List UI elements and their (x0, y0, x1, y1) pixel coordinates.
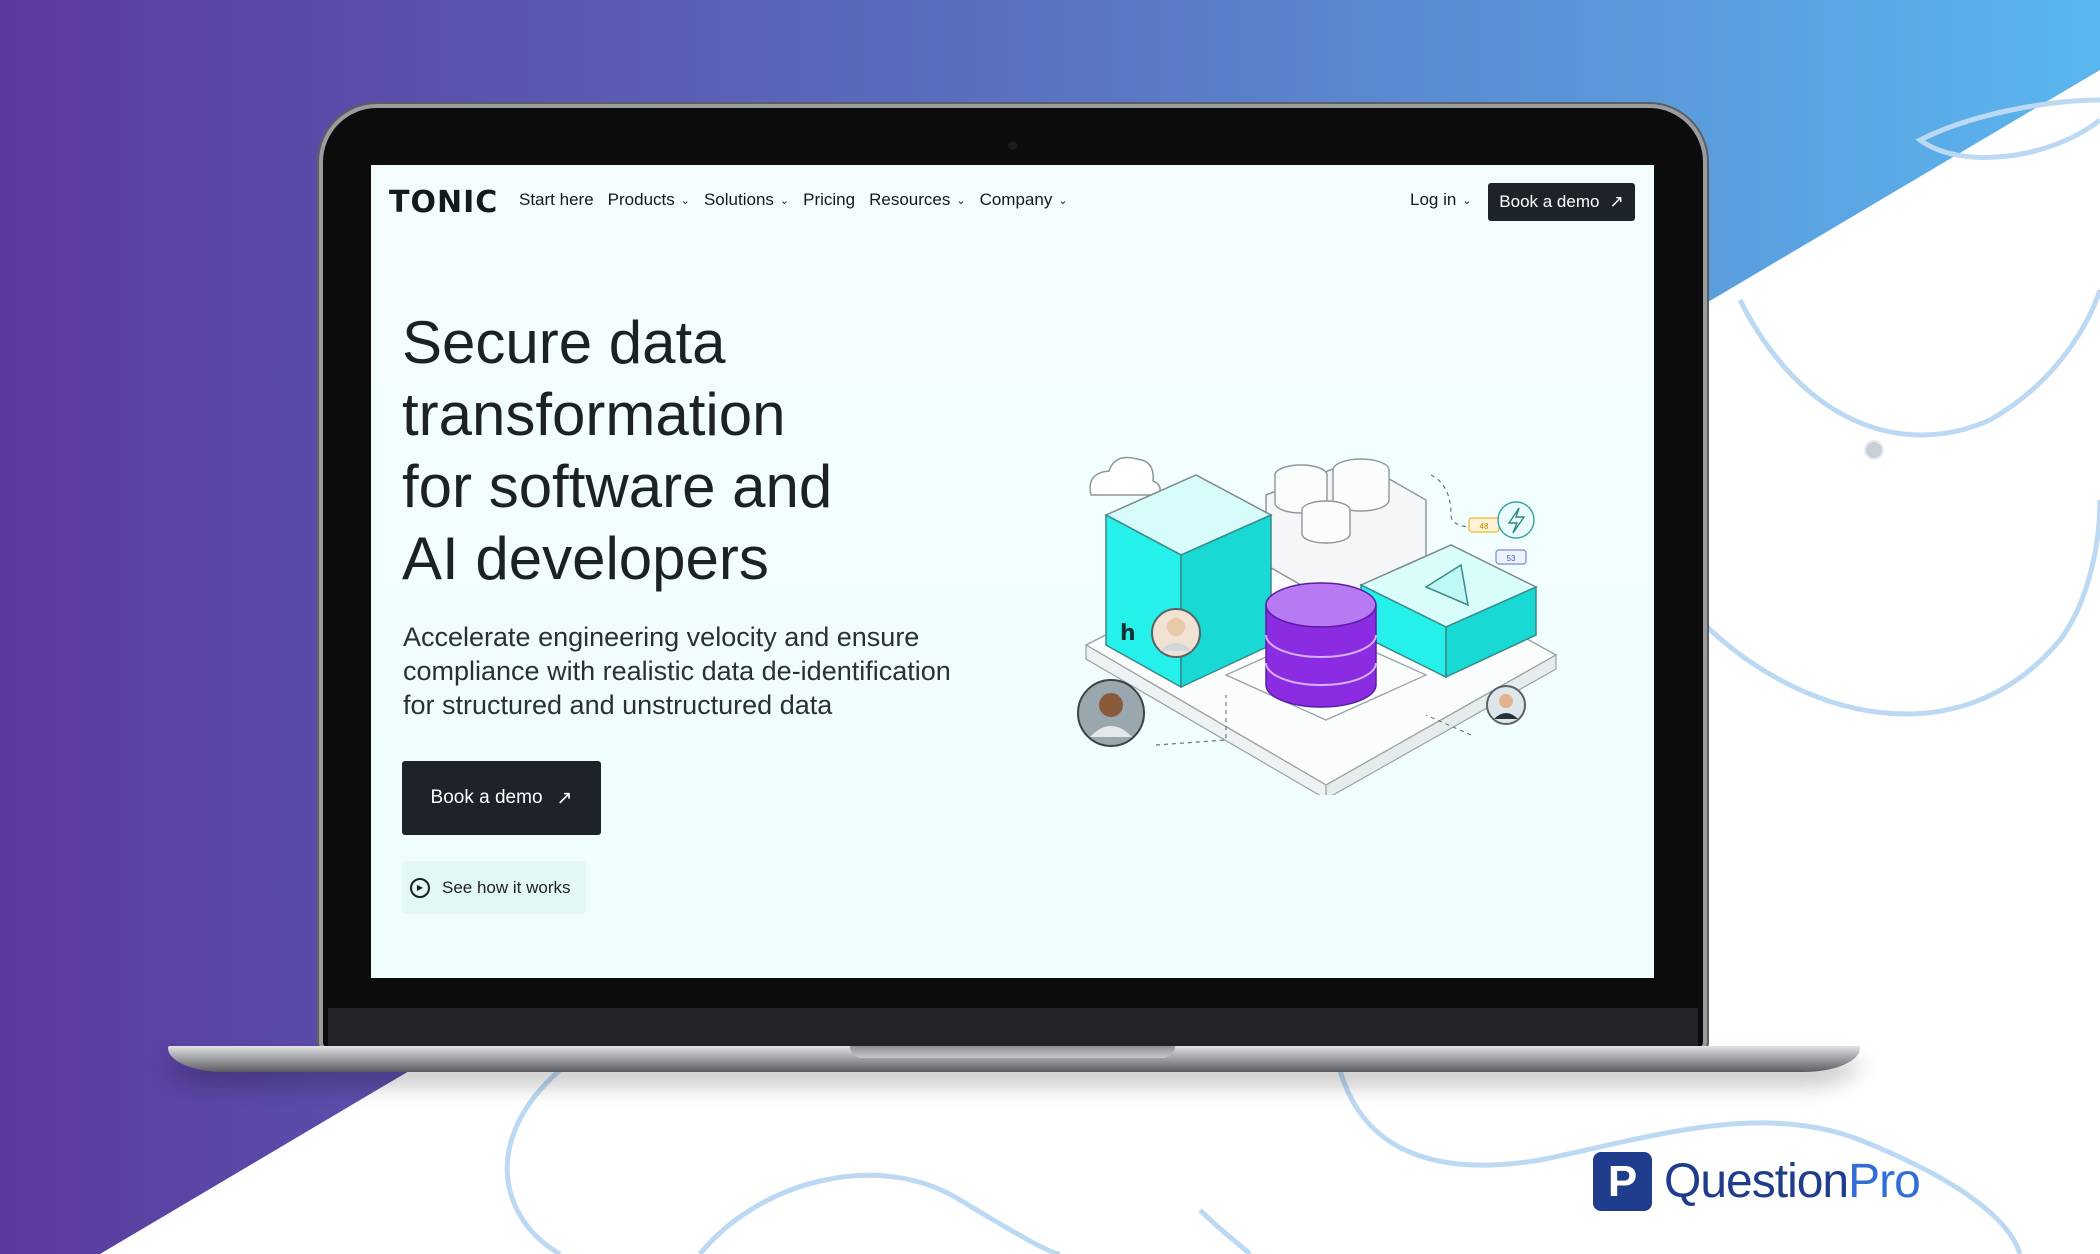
website-screen: TONIC Start here Products ⌄ Solutions ⌄ … (371, 165, 1654, 978)
hero-title-line: Secure data (402, 309, 726, 376)
laptop-notch (850, 1046, 1175, 1058)
nav-book-demo-button[interactable]: Book a demo ↗ (1488, 183, 1635, 221)
cloud-icon (1089, 456, 1161, 496)
see-how-it-works-button[interactable]: ▶ See how it works (402, 861, 586, 914)
user-avatar-icon (1864, 440, 1884, 460)
hero-subtitle-line: for structured and unstructured data (403, 690, 833, 720)
hero-book-demo-label: Book a demo (430, 787, 543, 808)
chevron-down-icon: ⌄ (779, 194, 790, 207)
nav-item-resources[interactable]: Resources ⌄ (869, 190, 965, 210)
laptop-camera (1008, 141, 1017, 150)
hero-subtitle-line: compliance with realistic data de-identi… (403, 656, 951, 686)
hero-title: Secure data transformation for software … (402, 307, 962, 595)
nav-item-label: Start here (519, 190, 594, 209)
hero-title-line: for software and (402, 453, 833, 520)
badge-a-label: 48 (1480, 522, 1489, 531)
nav-book-demo-label: Book a demo (1499, 192, 1600, 211)
lightning-icon (1497, 501, 1535, 539)
svg-text:h: h (1120, 621, 1136, 646)
chevron-down-icon: ⌄ (1058, 194, 1068, 207)
nav-item-company[interactable]: Company ⌄ (980, 190, 1068, 210)
hero-illustration: 48 53 h (1077, 456, 1558, 795)
arrow-up-right-icon: ↗ (556, 787, 573, 809)
nav-item-pricing[interactable]: Pricing (803, 190, 855, 210)
nav-item-label: Products (607, 190, 675, 209)
questionpro-wordmark: QuestionPro (1664, 1154, 1921, 1209)
hero-title-line: transformation (402, 381, 786, 448)
tonic-logo[interactable]: TONIC (389, 185, 498, 220)
nav-item-label: Solutions (703, 190, 774, 209)
see-how-label: See how it works (442, 877, 571, 897)
hero-title-line: AI developers (402, 525, 769, 592)
login-label: Log in (1410, 190, 1457, 209)
chevron-down-icon: ⌄ (680, 194, 690, 207)
main-menu: Start here Products ⌄ Solutions ⌄ Pricin… (510, 182, 1082, 218)
top-nav: TONIC Start here Products ⌄ Solutions ⌄ … (371, 165, 1654, 235)
nav-item-label: Resources (869, 190, 951, 209)
nav-item-products[interactable]: Products ⌄ (608, 190, 690, 210)
user-avatar-icon (1077, 679, 1145, 747)
chevron-down-icon: ⌄ (1462, 194, 1472, 207)
hero-book-demo-button[interactable]: Book a demo ↗ (402, 761, 601, 835)
questionpro-logo: P QuestionPro (1593, 1152, 1921, 1211)
nav-item-label: Company (979, 190, 1053, 209)
hero-subtitle: Accelerate engineering velocity and ensu… (403, 620, 1023, 722)
nav-item-label: Pricing (803, 190, 856, 209)
badge-b-label: 53 (1507, 554, 1516, 563)
brand-part-1: Question (1664, 1155, 1849, 1208)
chevron-down-icon: ⌄ (956, 194, 966, 207)
questionpro-logo-icon: P (1593, 1152, 1652, 1211)
brand-part-2: Pro (1848, 1155, 1921, 1208)
nav-item-solutions[interactable]: Solutions ⌄ (704, 190, 789, 210)
user-avatar-icon (1486, 685, 1526, 725)
play-circle-icon: ▶ (410, 877, 430, 898)
hero-subtitle-line: Accelerate engineering velocity and ensu… (403, 622, 920, 652)
user-avatar-icon (1151, 608, 1201, 658)
laptop-chin (328, 1008, 1698, 1048)
nav-item-start-here[interactable]: Start here (510, 182, 608, 218)
arrow-up-right-icon: ↗ (1609, 192, 1624, 211)
login-menu[interactable]: Log in ⌄ (1410, 190, 1472, 210)
